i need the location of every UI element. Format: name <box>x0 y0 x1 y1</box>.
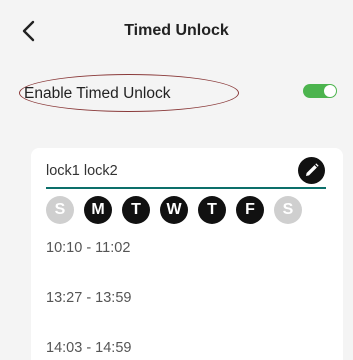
schedule-card[interactable]: lock1 lock2 S M T W T F S 10:10 - 11:02 … <box>31 148 343 360</box>
header-bar: Timed Unlock <box>0 0 353 62</box>
day-friday[interactable]: F <box>236 196 264 224</box>
toggle-knob <box>324 85 336 97</box>
day-saturday[interactable]: S <box>274 196 302 224</box>
day-thursday[interactable]: T <box>198 196 226 224</box>
edit-schedule-button[interactable] <box>298 157 325 184</box>
enable-timed-unlock-row: Enable Timed Unlock <box>0 66 353 122</box>
weekday-selector: S M T W T F S <box>46 196 336 224</box>
time-range: 13:27 - 13:59 <box>46 290 132 306</box>
divider-line <box>46 187 326 189</box>
enable-timed-unlock-label: Enable Timed Unlock <box>24 85 171 102</box>
day-tuesday[interactable]: T <box>122 196 150 224</box>
day-wednesday[interactable]: W <box>160 196 188 224</box>
pencil-icon <box>306 163 319 176</box>
day-monday[interactable]: M <box>84 196 112 224</box>
time-range: 10:10 - 11:02 <box>46 240 131 256</box>
enable-timed-unlock-toggle[interactable] <box>303 84 337 98</box>
page-title: Timed Unlock <box>124 22 229 39</box>
schedule-lock-names: lock1 lock2 <box>46 163 118 179</box>
time-range: 14:03 - 14:59 <box>46 340 132 356</box>
day-sunday[interactable]: S <box>46 196 74 224</box>
